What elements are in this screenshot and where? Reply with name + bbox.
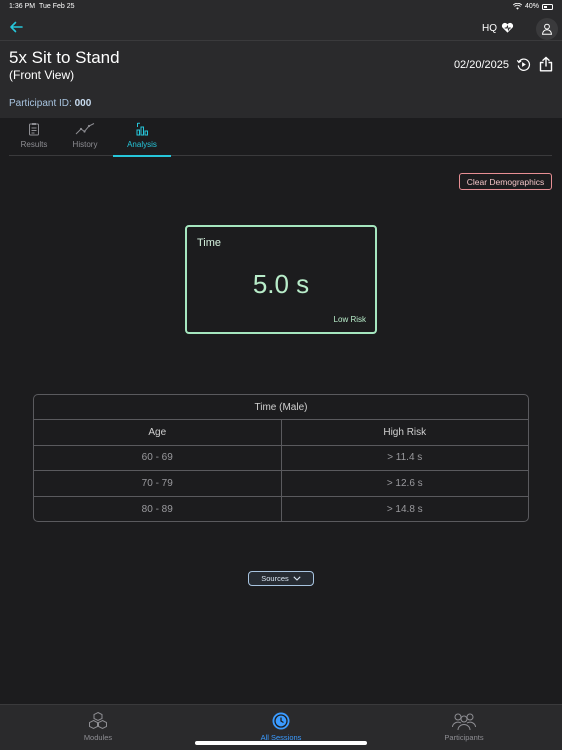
bar-analysis-icon xyxy=(136,122,148,136)
tab-bar: Results History Analysis xyxy=(9,118,552,157)
column-header-age: Age xyxy=(34,420,282,445)
tab-label: History xyxy=(72,140,98,149)
participant-id-value: 000 xyxy=(74,98,92,109)
status-bar: 1:36 PM Tue Feb 25 40% xyxy=(0,0,562,14)
sessions-clock-icon xyxy=(272,712,290,730)
session-header: HQ 5x Sit to Stand (Front View) 02/20/20… xyxy=(0,14,562,118)
battery-percent: 40% xyxy=(524,3,539,10)
table-row: 60 - 69 > 11.4 s xyxy=(34,445,528,471)
status-right: 40% xyxy=(512,3,553,10)
back-arrow-icon[interactable] xyxy=(9,20,23,34)
high-risk-cell: > 12.6 s xyxy=(386,477,423,489)
chevron-down-icon xyxy=(293,576,301,581)
age-range-cell: 70 - 79 xyxy=(34,471,282,496)
page-subtitle: (Front View) xyxy=(9,68,75,82)
table-row: 80 - 89 > 14.8 s xyxy=(34,496,528,521)
replay-video-icon[interactable] xyxy=(516,57,531,72)
result-value: 5.0 s xyxy=(252,269,310,299)
heart-health-icon xyxy=(501,22,514,33)
home-indicator xyxy=(195,741,367,745)
modules-icon xyxy=(89,711,107,730)
tab-history[interactable]: History xyxy=(60,122,110,156)
result-label: Time xyxy=(197,237,222,249)
age-range-cell: 60 - 69 xyxy=(34,445,282,470)
org-selector[interactable]: HQ xyxy=(482,22,514,34)
age-range-cell: 80 - 89 xyxy=(34,496,282,521)
nav-modules[interactable]: Modules xyxy=(48,711,148,742)
table-row: 70 - 79 > 12.6 s xyxy=(34,471,528,497)
profile-button[interactable] xyxy=(536,18,558,40)
page-title: 5x Sit to Stand xyxy=(9,48,120,67)
status-time: 1:36 PM Tue Feb 25 xyxy=(9,3,75,10)
session-date: 02/20/2025 xyxy=(453,59,509,71)
clipboard-icon xyxy=(29,123,39,136)
column-header-high-risk: High Risk xyxy=(383,426,427,438)
high-risk-cell: > 14.8 s xyxy=(386,503,423,515)
table-header-row: Age High Risk xyxy=(34,420,528,446)
sources-dropdown-button[interactable]: Sources xyxy=(248,571,314,586)
header-divider xyxy=(0,40,562,41)
nav-all-sessions[interactable]: All Sessions xyxy=(231,711,331,742)
time-result-card: Time 5.0 s Low Risk xyxy=(185,225,377,334)
participants-icon xyxy=(452,713,476,731)
high-risk-cell: > 11.4 s xyxy=(387,452,423,464)
risk-norms-table: Time (Male) Age High Risk 60 - 69 > 11.4… xyxy=(33,394,529,522)
battery-icon xyxy=(542,3,553,10)
wifi-icon xyxy=(512,3,522,10)
user-icon xyxy=(541,23,553,35)
trend-line-icon xyxy=(75,123,95,135)
table-caption: Time (Male) xyxy=(34,395,528,420)
clear-demographics-button[interactable]: Clear Demographics xyxy=(459,173,552,190)
tab-results[interactable]: Results xyxy=(9,122,59,156)
participant-id: Participant ID: 000 xyxy=(9,98,92,109)
org-label: HQ xyxy=(482,22,497,34)
tab-label: Results xyxy=(20,140,48,149)
nav-label: Participants xyxy=(444,733,484,742)
risk-badge: Low Risk xyxy=(333,315,366,324)
sources-label: Sources xyxy=(261,574,289,583)
share-icon[interactable] xyxy=(539,56,553,72)
nav-label: Modules xyxy=(83,733,113,742)
tab-label: Analysis xyxy=(127,140,157,149)
active-tab-indicator xyxy=(113,155,171,157)
nav-participants[interactable]: Participants xyxy=(414,711,514,742)
tab-analysis[interactable]: Analysis xyxy=(113,122,171,157)
